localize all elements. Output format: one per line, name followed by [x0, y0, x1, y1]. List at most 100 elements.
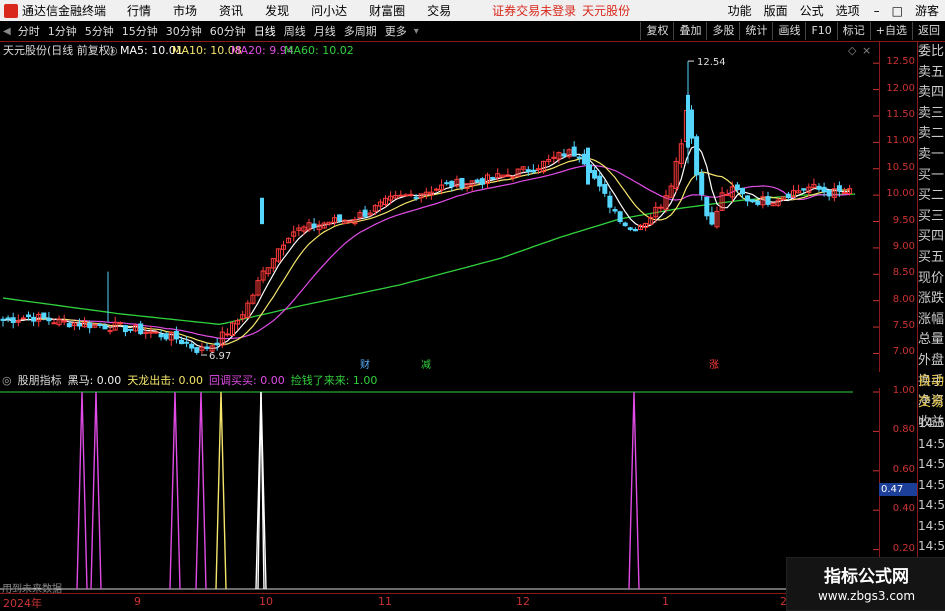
- candle-body: [122, 325, 128, 333]
- date-label: 12: [516, 595, 530, 608]
- period-30min[interactable]: 30分钟: [162, 23, 206, 39]
- menu-item-wealth[interactable]: 财富圈: [369, 2, 405, 19]
- quote-row: 卖一: [918, 146, 945, 162]
- indicator-chart[interactable]: [0, 388, 879, 593]
- candle-body: [530, 169, 536, 173]
- tick-time: 14:56: [918, 416, 945, 430]
- btn-back[interactable]: 返回: [912, 22, 945, 40]
- candle-body: [689, 109, 694, 139]
- btn-multi-stock[interactable]: 多股: [706, 22, 739, 40]
- menu-layout[interactable]: 版面: [764, 2, 788, 19]
- price-tick-label: 7.50: [892, 320, 915, 332]
- period-daily[interactable]: 日线: [250, 23, 280, 39]
- menu-item-market[interactable]: 市场: [173, 2, 197, 19]
- menu-bar: 通达信金融终端 行情 市场 资讯 发现 问小达 财富圈 交易 证券交易未登录 天…: [0, 0, 945, 22]
- event-marker[interactable]: 涨: [709, 359, 719, 371]
- candle-body: [821, 186, 827, 193]
- candle-body: [617, 211, 623, 222]
- btn-adjust[interactable]: 复权: [640, 22, 673, 40]
- quote-row: 外盘: [918, 352, 945, 368]
- future-data-hint: 用到未来数据: [2, 584, 62, 595]
- btn-draw[interactable]: 画线: [772, 22, 805, 40]
- period-monthly[interactable]: 月线: [310, 23, 340, 39]
- auto-trade-label[interactable]: 交易: [918, 393, 945, 414]
- period-5min[interactable]: 5分钟: [81, 23, 118, 39]
- quote-row: 卖四: [918, 85, 945, 101]
- date-label: 1: [662, 595, 669, 608]
- price-tick-label: 8.50: [892, 267, 915, 279]
- event-marker[interactable]: 财: [360, 358, 370, 371]
- menu-item-trade[interactable]: 交易: [427, 2, 451, 19]
- signal-spike: [195, 391, 207, 590]
- price-tick-label: 10.50: [886, 161, 915, 173]
- candle-body: [102, 324, 108, 330]
- quote-row: 卖二: [918, 126, 945, 142]
- candle-body: [337, 214, 343, 222]
- btn-add-watch[interactable]: +自选: [869, 22, 912, 40]
- menu-formula[interactable]: 公式: [800, 2, 824, 19]
- period-weekly[interactable]: 周线: [280, 23, 310, 39]
- signal-spike: [169, 391, 181, 590]
- kline-chart[interactable]: 12.546.97财减涨 天元股份(日线 前复权) ◎ MA5: 10.01 M…: [0, 42, 879, 372]
- minimize-icon[interactable]: –: [874, 4, 880, 18]
- btn-overlay[interactable]: 叠加: [673, 22, 706, 40]
- login-warning[interactable]: 证券交易未登录: [492, 2, 576, 19]
- menu-item-quotes[interactable]: 行情: [127, 2, 151, 19]
- quote-row: 买三: [918, 208, 945, 224]
- menu-options[interactable]: 选项: [836, 2, 860, 19]
- period-more[interactable]: 更多: [381, 23, 411, 39]
- tick-time: 14:56: [918, 477, 945, 492]
- price-tick-label: 9.00: [892, 240, 915, 252]
- btn-mark[interactable]: 标记: [836, 22, 870, 40]
- candle-body: [413, 196, 419, 199]
- signal-spike: [215, 391, 227, 590]
- candle-body: [163, 333, 169, 340]
- signal-spike: [90, 391, 102, 590]
- period-15min[interactable]: 15分钟: [118, 23, 162, 39]
- candle-body: [97, 323, 103, 326]
- ma-settings-icon[interactable]: ◎: [108, 44, 118, 57]
- close-panel-icon[interactable]: ×: [862, 44, 871, 57]
- indicator-settings-icon[interactable]: ◎: [2, 374, 12, 387]
- candle-body: [561, 153, 567, 157]
- candle-body: [536, 168, 541, 171]
- guest-label[interactable]: 游客: [915, 2, 939, 19]
- candle-body: [592, 170, 598, 179]
- jianqian-label: 捡钱了来来: 1.00: [290, 374, 378, 387]
- tick-time: 14:56: [918, 518, 945, 533]
- menu-item-ask[interactable]: 问小达: [311, 2, 347, 19]
- price-tick-label: 8.00: [892, 293, 915, 305]
- menu-item-discover[interactable]: 发现: [265, 2, 289, 19]
- event-marker[interactable]: 减: [421, 359, 431, 371]
- period-60min[interactable]: 60分钟: [206, 23, 250, 39]
- candle-body: [449, 180, 455, 188]
- price-tick-label: 11.00: [886, 135, 915, 147]
- collapse-arrow-icon[interactable]: ◀: [0, 26, 14, 37]
- candle-body: [5, 317, 11, 320]
- btn-stats[interactable]: 统计: [739, 22, 772, 40]
- candle-body: [816, 185, 822, 190]
- tick-time: 14:56: [918, 457, 945, 471]
- period-1min[interactable]: 1分钟: [44, 23, 81, 39]
- auto-trade-label[interactable]: 自动: [918, 372, 945, 393]
- candle-body: [658, 206, 664, 209]
- btn-f10[interactable]: F10: [805, 22, 836, 40]
- menu-function[interactable]: 功能: [728, 2, 752, 19]
- candle-body: [724, 194, 730, 197]
- candle-body: [194, 347, 200, 353]
- candle-body: [117, 322, 123, 325]
- candle-body: [745, 195, 751, 202]
- ma60-line: [2, 193, 856, 325]
- period-intraday[interactable]: 分时: [14, 23, 44, 39]
- candle-body: [224, 333, 230, 336]
- candle-body: [204, 346, 210, 350]
- candle-body: [576, 156, 582, 159]
- period-multi[interactable]: 多周期: [340, 23, 381, 39]
- candle-body: [571, 146, 577, 157]
- menu-item-news[interactable]: 资讯: [219, 2, 243, 19]
- more-arrow-icon[interactable]: ▾: [411, 26, 422, 37]
- diamond-icon[interactable]: ◇: [848, 44, 857, 57]
- maximize-icon[interactable]: □: [892, 4, 903, 18]
- indicator-name[interactable]: 股朋指标: [18, 372, 62, 388]
- candle-body: [734, 184, 740, 190]
